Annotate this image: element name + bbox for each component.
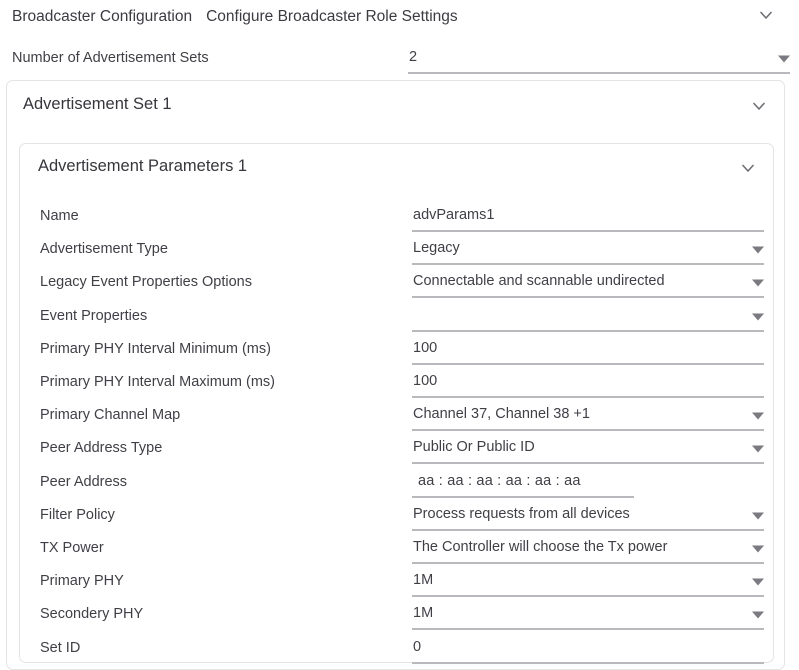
field-select[interactable]: Public Or Public ID bbox=[412, 436, 764, 465]
triangle-down-icon bbox=[752, 512, 764, 520]
field-input[interactable]: 100 bbox=[412, 337, 764, 365]
header-collapse-toggle[interactable] bbox=[757, 6, 775, 24]
page-title: Broadcaster Configuration bbox=[12, 8, 193, 25]
field-select[interactable]: Process requests from all devices bbox=[412, 503, 764, 531]
number-of-advertisement-sets-select[interactable]: 2 bbox=[408, 46, 790, 74]
field-label: Event Properties bbox=[40, 307, 148, 324]
field-label: Peer Address Type bbox=[40, 440, 163, 457]
field-value: aa : aa : aa : aa : aa : aa bbox=[418, 472, 581, 489]
field-select[interactable]: Channel 37, Channel 38 +1 bbox=[412, 403, 764, 432]
field-row: Legacy Event Properties Options Connectab… bbox=[40, 270, 764, 300]
advertisement-set-card: Advertisement Set 1 Advertisement Parame… bbox=[6, 80, 785, 670]
triangle-down-icon bbox=[778, 55, 790, 63]
advertisement-set-header[interactable]: Advertisement Set 1 bbox=[7, 81, 784, 131]
field-value: Process requests from all devices bbox=[413, 505, 630, 522]
field-label: Primary PHY Interval Maximum (ms) bbox=[40, 374, 275, 390]
field-select[interactable]: 1M bbox=[412, 569, 764, 598]
field-label: Number of Advertisement Sets bbox=[12, 50, 209, 66]
field-row: Primary PHY 1M bbox=[40, 569, 764, 599]
field-input[interactable]: 0 bbox=[412, 636, 764, 664]
triangle-down-icon bbox=[752, 412, 764, 420]
field-value: The Controller will choose the Tx power bbox=[413, 539, 668, 555]
field-label: Name bbox=[40, 208, 79, 224]
field-value: Public Or Public ID bbox=[413, 439, 535, 456]
field-value: 1M bbox=[413, 605, 434, 622]
triangle-down-icon bbox=[752, 246, 764, 254]
triangle-down-icon bbox=[752, 313, 764, 321]
field-input[interactable]: aa : aa : aa : aa : aa : aa bbox=[412, 470, 634, 498]
broadcaster-configuration-page: Broadcaster Configuration Configure Broa… bbox=[0, 0, 799, 670]
field-label: Filter Policy bbox=[40, 506, 115, 523]
field-row-number-of-advertisement-sets: Number of Advertisement Sets 2 bbox=[12, 46, 790, 76]
field-value: 100 bbox=[413, 373, 438, 389]
triangle-down-icon bbox=[752, 545, 764, 553]
field-value: Connectable and scannable undirected bbox=[413, 273, 665, 290]
triangle-down-icon bbox=[752, 445, 764, 453]
field-value: 1M bbox=[413, 572, 434, 589]
field-select[interactable]: 1M bbox=[412, 602, 764, 631]
field-row: Set ID 0 bbox=[40, 636, 764, 666]
field-select[interactable]: Legacy bbox=[412, 237, 764, 266]
field-row: Primary PHY Interval Minimum (ms) 100 bbox=[40, 337, 764, 367]
field-select[interactable]: The Controller will choose the Tx power bbox=[412, 536, 764, 564]
advertisement-parameters-fields: Name advParams1 Advertisement Type Legacy Le… bbox=[20, 144, 773, 664]
field-label: Secondery PHY bbox=[40, 606, 144, 623]
field-value: Channel 37, Channel 38 +1 bbox=[413, 406, 590, 423]
field-label: Primary PHY Interval Minimum (ms) bbox=[40, 340, 271, 357]
field-row: Name advParams1 bbox=[40, 204, 764, 234]
advertisement-set-title: Advertisement Set 1 bbox=[23, 95, 172, 113]
advertisement-set-collapse-toggle[interactable] bbox=[750, 97, 768, 115]
field-label: Primary PHY bbox=[40, 573, 124, 590]
field-row: Filter Policy Process requests from all d… bbox=[40, 503, 764, 533]
page-header[interactable]: Broadcaster Configuration Configure Broa… bbox=[0, 0, 799, 34]
field-label: TX Power bbox=[40, 540, 104, 556]
field-value: advParams1 bbox=[413, 207, 495, 223]
field-label: Set ID bbox=[40, 639, 81, 656]
field-row: Primary PHY Interval Maximum (ms) 100 bbox=[40, 370, 764, 400]
field-input[interactable]: 100 bbox=[412, 370, 764, 398]
field-value: 100 bbox=[413, 339, 438, 356]
triangle-down-icon bbox=[752, 578, 764, 586]
triangle-down-icon bbox=[752, 611, 764, 619]
field-value: 2 bbox=[409, 49, 418, 65]
field-label: Advertisement Type bbox=[40, 241, 168, 258]
field-row: Secondery PHY 1M bbox=[40, 602, 764, 632]
advertisement-parameters-card: Advertisement Parameters 1 Name advParams… bbox=[19, 143, 774, 664]
field-select[interactable]: Connectable and scannable undirected bbox=[412, 270, 764, 299]
field-row: Event Properties bbox=[40, 304, 764, 334]
field-label: Primary Channel Map bbox=[40, 407, 181, 424]
field-row: Primary Channel Map Channel 37, Channel 3… bbox=[40, 403, 764, 433]
field-value: 0 bbox=[413, 638, 422, 655]
chevron-down-icon bbox=[750, 97, 768, 115]
field-label: Peer Address bbox=[40, 473, 128, 490]
field-row: Peer Address aa : aa : aa : aa : aa : aa bbox=[40, 470, 764, 500]
field-input[interactable]: advParams1 bbox=[412, 204, 764, 232]
field-label: Legacy Event Properties Options bbox=[40, 274, 252, 291]
field-value: Legacy bbox=[413, 240, 460, 257]
field-row: Advertisement Type Legacy bbox=[40, 237, 764, 267]
page-subtitle: Configure Broadcaster Role Settings bbox=[206, 8, 458, 25]
field-row: TX Power The Controller will choose the T… bbox=[40, 536, 764, 566]
field-row: Peer Address Type Public Or Public ID bbox=[40, 436, 764, 466]
field-select[interactable] bbox=[412, 304, 764, 332]
chevron-down-icon bbox=[757, 6, 775, 24]
triangle-down-icon bbox=[752, 279, 764, 287]
